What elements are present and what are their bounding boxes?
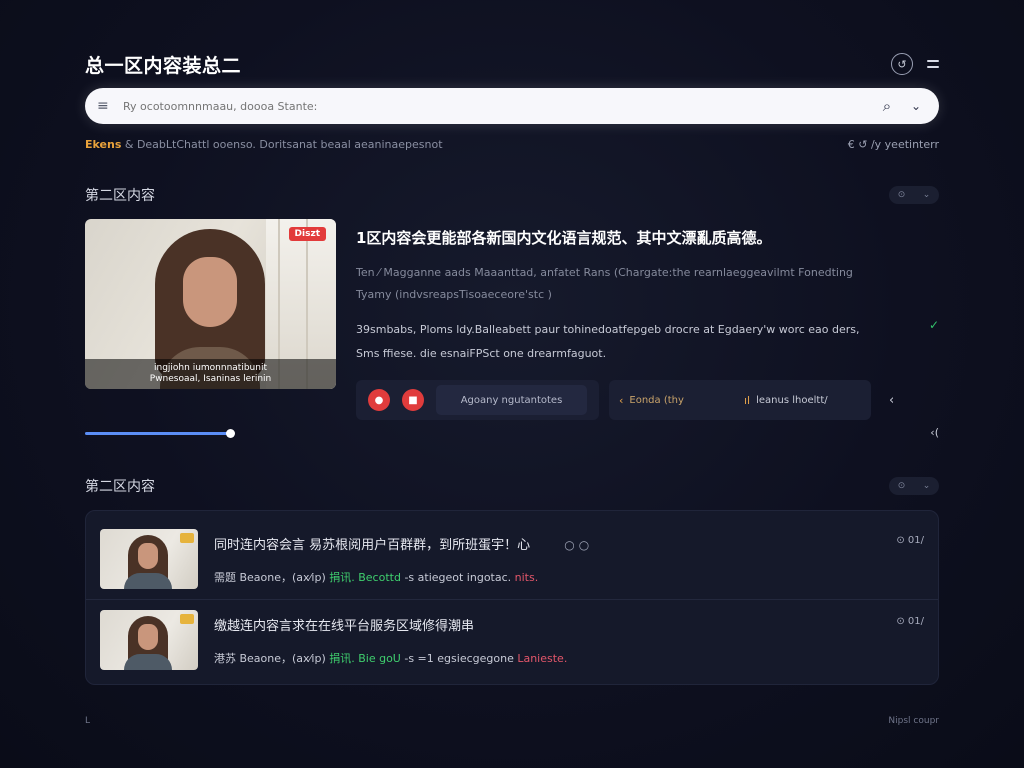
video-player[interactable]: Diszt ingjiohn iumonnnatibunit Pwnesoaal…: [85, 219, 336, 389]
section-header-2: 第二区内容 ⊙ ⌄: [85, 476, 939, 496]
control-item-2-label: leanus lhoeltt/: [756, 394, 828, 406]
page-header: 总一区内容装总二 ↺: [85, 50, 939, 78]
desc-line-1: 39smbabs, Ploms ldy.Balleabett paur tohi…: [356, 323, 860, 336]
sub-b: -s =1: [404, 651, 434, 665]
list-item-body: 同时连内容会言 易苏根阅用户百群群，到所班蛋宇！心 ○○ 需题 Beaone，(…: [214, 534, 924, 585]
video-subtitle: ingjiohn iumonnnatibunit Pwnesoaal, Isan…: [85, 359, 336, 389]
sub-red: Lanieste.: [517, 651, 568, 665]
record-icon[interactable]: ●: [368, 389, 390, 411]
player-controls: ● ■ Agoany ngutantotes ‹ Eonda (thy ıl l…: [356, 380, 939, 420]
featured-item: Diszt ingjiohn iumonnnatibunit Pwnesoaal…: [85, 219, 939, 420]
search-bar: ≡ ⌕ ⌄: [85, 88, 939, 124]
chevron-down-icon[interactable]: ⌄: [905, 99, 927, 113]
sub-a: 需题 Beaone，(ax⁄ip): [214, 570, 326, 584]
list-item-title-text: 缴越连内容言求在在线平台服务区域修得潮串: [214, 618, 475, 634]
page-footer: ᒪ Nipsl coupr: [85, 716, 939, 726]
circle-arrow-icon[interactable]: ↺: [891, 53, 913, 75]
progress-fill: [85, 432, 230, 435]
list-item-title-text: 同时连内容会言 易苏根阅用户百群群，到所班蛋宇！心: [214, 537, 531, 553]
main-page: 总一区内容装总二 ↺ ≡ ⌕ ⌄ Ekens & DeabLtChattl oo…: [85, 50, 939, 685]
filter-lines-icon[interactable]: ≡: [97, 98, 119, 114]
live-badge: Diszt: [288, 227, 326, 241]
status-right[interactable]: € ↺ /y yeetinterr: [848, 138, 939, 151]
sub-c: atiegeot ingotac.: [417, 570, 512, 584]
sub-green: 捐讯. Becottd: [329, 570, 401, 584]
control-group-right: ‹ Eonda (thy ıl leanus lhoeltt/: [609, 380, 871, 420]
control-item-1-label: Eonda (thy: [629, 394, 684, 406]
list-item-body: 缴越连内容言求在在线平台服务区域修得潮串 港苏 Beaone，(ax⁄ip) 捐…: [214, 615, 924, 666]
feature-description: 39smbabs, Ploms ldy.Balleabett paur tohi…: [356, 318, 939, 366]
list-item-title: 缴越连内容言求在在线平台服务区域修得潮串: [214, 615, 924, 634]
meta-line-2: Tyamy (indvsreapsTisoaeceore'stc ): [356, 288, 552, 301]
status-left: Ekens & DeabLtChattl ooenso. Doritsanat …: [85, 138, 443, 151]
footer-left: ᒪ: [85, 716, 91, 726]
subtitle-line-1: ingjiohn iumonnnatibunit: [154, 363, 267, 373]
header-actions: ↺: [891, 53, 939, 75]
volume-icon[interactable]: ‹(: [930, 426, 939, 439]
sub-a: 港苏 Beaone，(ax⁄ip): [214, 651, 326, 665]
chevron-left-icon[interactable]: ‹: [889, 393, 894, 408]
section-title: 第二区内容: [85, 479, 155, 495]
search-input[interactable]: [119, 99, 875, 113]
page-title: 总一区内容装总二: [85, 54, 242, 77]
subtitle-line-2: Pwnesoaal, Isaninas lerinin: [149, 374, 272, 384]
check-icon: ✓: [928, 318, 939, 332]
dot-indicators: ○○: [564, 537, 594, 552]
status-tag: Ekens: [85, 138, 122, 151]
status-line: Ekens & DeabLtChattl ooenso. Doritsanat …: [85, 138, 939, 151]
stop-icon[interactable]: ■: [402, 389, 424, 411]
feature-meta: Ten ⁄ Magganne aads Maaanttad, anfatet R…: [356, 262, 939, 306]
sub-green: 捐讯. Bie goU: [329, 651, 401, 665]
sub-b: -s: [404, 570, 415, 584]
status-text: & DeabLtChattl ooenso. Doritsanat beaal …: [124, 138, 443, 151]
sub-red: nits.: [514, 570, 539, 584]
control-pill[interactable]: Agoany ngutantotes: [436, 385, 587, 415]
list-thumbnail: [100, 610, 198, 670]
sub-c: egsiecgegone: [437, 651, 514, 665]
list-item-subtitle: 需题 Beaone，(ax⁄ip) 捐讯. Becottd -s atiegeo…: [214, 569, 924, 585]
desc-line-2: Sms ffiese. die esnaiFPSct one drearmfag…: [356, 347, 607, 360]
bars-icon: ıl: [744, 393, 751, 407]
search-icon[interactable]: ⌕: [875, 97, 899, 115]
progress-knob[interactable]: [226, 429, 235, 438]
feature-headline[interactable]: 1区内容会更能部各新国内文化语言规范、其中文漂亂质高德。: [356, 227, 939, 248]
section-title: 第二区内容: [85, 188, 155, 204]
section-toggle[interactable]: ⊙ ⌄: [889, 477, 939, 495]
feature-body: 1区内容会更能部各新国内文化语言规范、其中文漂亂质高德。 Ten ⁄ Magga…: [356, 219, 939, 420]
section-header-1: 第二区内容 ⊙ ⌄: [85, 185, 939, 205]
list-item[interactable]: 同时连内容会言 易苏根阅用户百群群，到所班蛋宇！心 ○○ 需题 Beaone，(…: [86, 519, 938, 599]
list-item-title: 同时连内容会言 易苏根阅用户百群群，到所班蛋宇！心 ○○: [214, 534, 924, 553]
chevron-left-small-icon: ‹: [619, 393, 624, 407]
content-list: 同时连内容会言 易苏根阅用户百群群，到所班蛋宇！心 ○○ 需题 Beaone，(…: [85, 510, 939, 685]
list-item-subtitle: 港苏 Beaone，(ax⁄ip) 捐讯. Bie goU -s =1 egsi…: [214, 650, 924, 666]
list-item-meta: ⊙ 01/: [896, 535, 924, 546]
list-item-meta: ⊙ 01/: [896, 616, 924, 627]
section-toggle[interactable]: ⊙ ⌄: [889, 186, 939, 204]
control-item-2[interactable]: ıl leanus lhoeltt/: [744, 385, 861, 415]
meta-line-1: Ten ⁄ Magganne aads Maaanttad, anfatet R…: [356, 266, 853, 279]
menu-icon[interactable]: [927, 60, 939, 68]
video-progress[interactable]: ‹(: [85, 426, 939, 439]
control-item-1[interactable]: ‹ Eonda (thy: [619, 385, 736, 415]
footer-right[interactable]: Nipsl coupr: [888, 716, 939, 726]
control-group-left: ● ■ Agoany ngutantotes: [356, 380, 599, 420]
list-item[interactable]: 缴越连内容言求在在线平台服务区域修得潮串 港苏 Beaone，(ax⁄ip) 捐…: [86, 599, 938, 680]
list-thumbnail: [100, 529, 198, 589]
